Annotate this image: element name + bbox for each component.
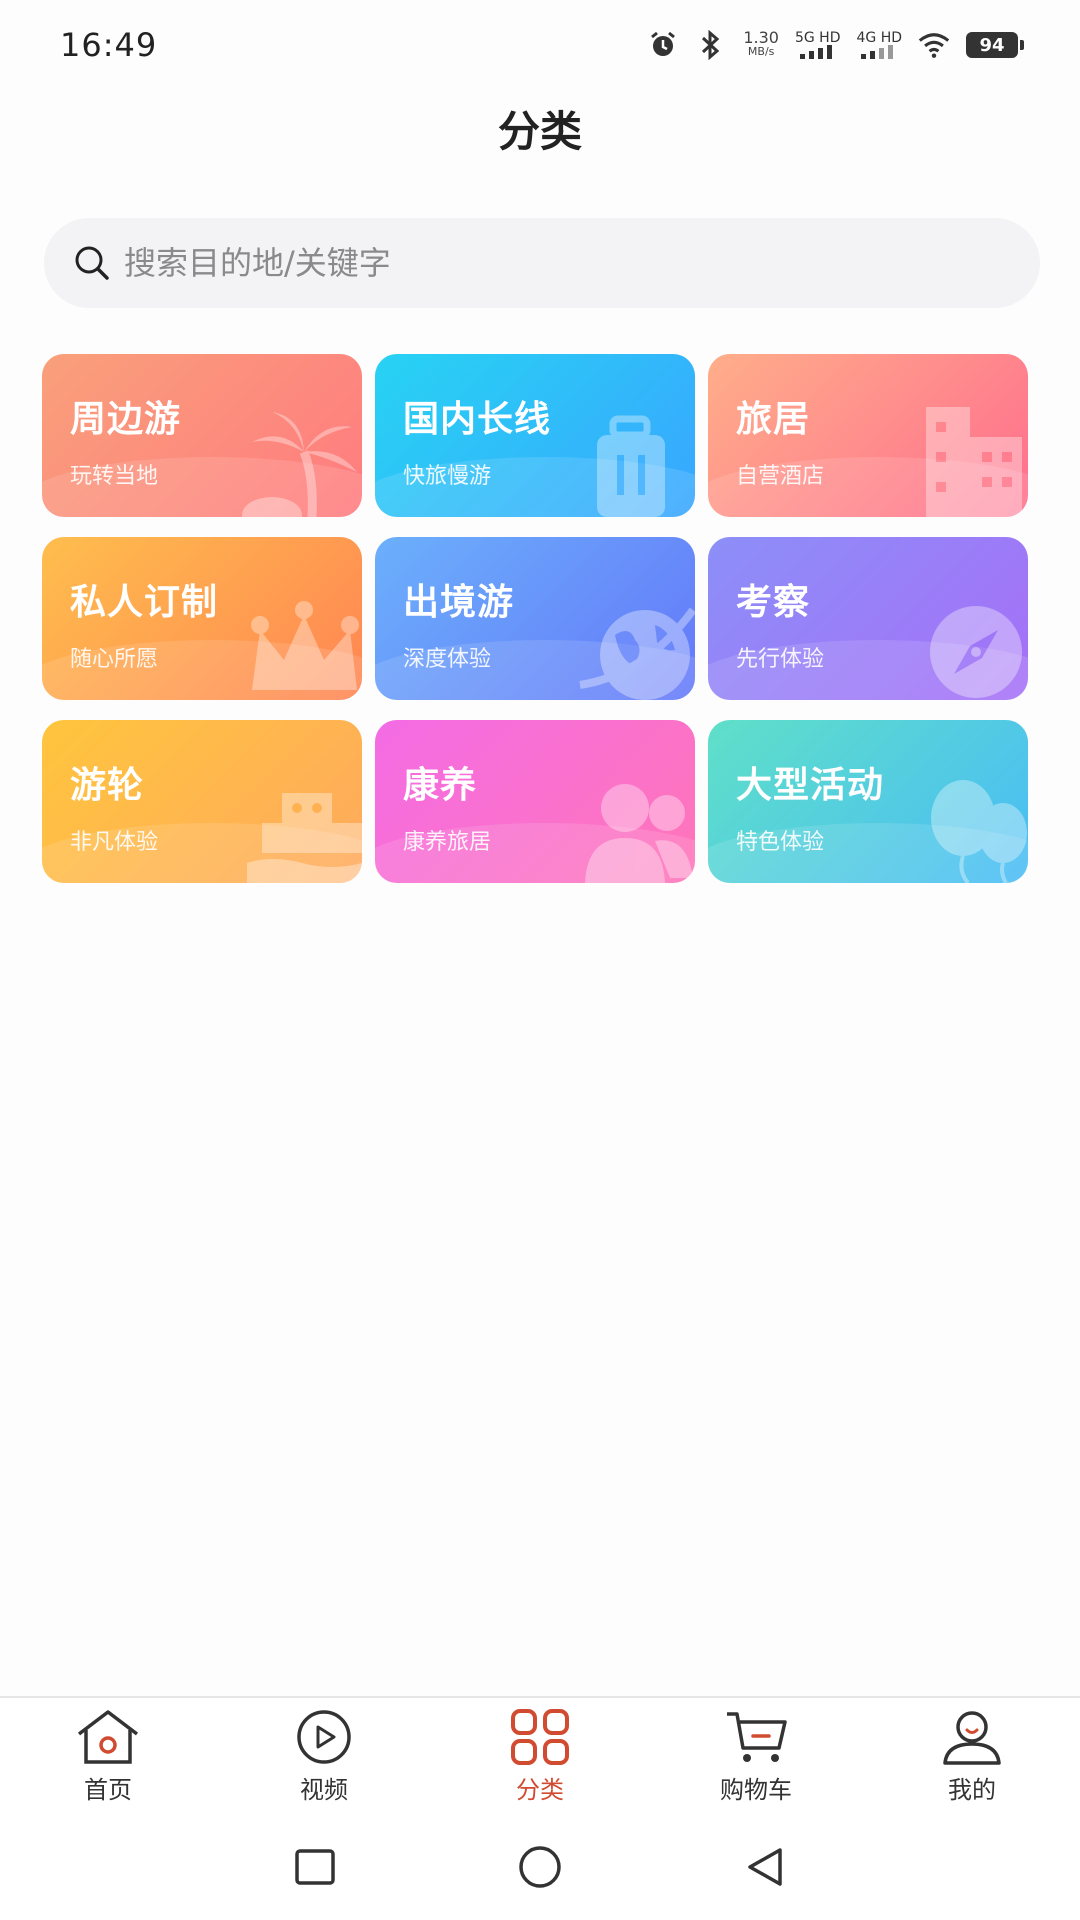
category-grid: 周边游 玩转当地 国内长线 快旅慢游 旅居 自营酒店 私人订制 随心所愿 出境游… — [42, 354, 1028, 883]
home-icon — [77, 1709, 139, 1764]
nav-item-home[interactable]: 首页 — [28, 1708, 188, 1805]
ship-icon — [247, 793, 362, 883]
nav-item-cart[interactable]: 购物车 — [676, 1708, 836, 1805]
status-icons: 1.30 MB/s 5G HD 4G HD 94 — [647, 28, 1024, 61]
category-card-kangyang[interactable]: 康养 康养旅居 — [375, 720, 695, 883]
sim1-label: 5G HD — [794, 30, 841, 46]
bottom-nav: 首页 视频 分类 购物车 我的 — [0, 1696, 1080, 1814]
sim2-signal: 4G HD — [856, 31, 902, 59]
sim1-signal: 5G HD — [794, 30, 841, 59]
nav-label: 视频 — [300, 1775, 348, 1804]
nav-label: 购物车 — [720, 1775, 792, 1804]
category-card-sirendingzhi[interactable]: 私人订制 随心所愿 — [42, 537, 362, 700]
nav-label: 我的 — [948, 1775, 996, 1804]
suitcase-icon — [597, 415, 665, 517]
palm-tree-icon — [242, 412, 357, 517]
sim2-label: 4G HD — [856, 30, 902, 46]
crown-icon — [251, 601, 359, 690]
people-icon — [585, 784, 693, 883]
building-icon — [926, 407, 1022, 517]
recent-apps-button[interactable] — [290, 1842, 340, 1892]
signal-icon — [861, 45, 894, 59]
category-card-guoneichangxian[interactable]: 国内长线 快旅慢游 — [375, 354, 695, 517]
signal-icon — [799, 45, 832, 59]
nav-label: 首页 — [84, 1775, 132, 1804]
recent-apps-icon — [295, 1849, 335, 1885]
nav-item-video[interactable]: 视频 — [244, 1708, 404, 1805]
app-screen: 16:49 1.30 MB/s 5G HD 4G HD 94 分类 搜索目的地/… — [0, 0, 1080, 1920]
category-card-zhoubianyou[interactable]: 周边游 玩转当地 — [42, 354, 362, 517]
category-card-youlun[interactable]: 游轮 非凡体验 — [42, 720, 362, 883]
network-speed: 1.30 MB/s — [743, 28, 779, 59]
nav-label: 分类 — [516, 1775, 564, 1804]
category-card-daxinghuodong[interactable]: 大型活动 特色体验 — [708, 720, 1028, 883]
balloon-icon — [931, 780, 1027, 883]
search-input[interactable] — [124, 233, 1040, 293]
status-time: 16:49 — [60, 26, 158, 64]
user-icon — [943, 1710, 1001, 1765]
video-play-icon — [297, 1709, 351, 1764]
category-card-lvju[interactable]: 旅居 自营酒店 — [708, 354, 1028, 517]
globe-icon — [579, 607, 695, 700]
page-title: 分类 — [497, 107, 582, 156]
search-icon — [75, 246, 109, 280]
status-bar: 16:49 1.30 MB/s 5G HD 4G HD 94 — [0, 0, 1080, 90]
nav-item-category[interactable]: 分类 — [460, 1708, 620, 1805]
home-circle-icon — [519, 1846, 561, 1888]
category-card-kaocha[interactable]: 考察 先行体验 — [708, 537, 1028, 700]
compass-icon — [930, 606, 1022, 698]
bluetooth-icon — [695, 29, 727, 61]
system-nav-bar — [0, 1814, 1080, 1920]
alarm-icon — [647, 29, 679, 61]
grid-category-icon — [511, 1708, 569, 1765]
nav-item-profile[interactable]: 我的 — [892, 1708, 1052, 1805]
search-bar[interactable] — [44, 218, 1040, 308]
battery-icon: 94 — [966, 32, 1024, 58]
network-speed-value: 1.30 — [743, 28, 779, 47]
category-card-chujingyou[interactable]: 出境游 深度体验 — [375, 537, 695, 700]
network-speed-unit: MB/s — [747, 45, 775, 58]
cart-icon — [727, 1711, 787, 1762]
wifi-icon — [918, 29, 950, 61]
system-home-button[interactable] — [515, 1842, 565, 1892]
back-button[interactable] — [740, 1842, 790, 1892]
back-triangle-icon — [748, 1848, 782, 1886]
